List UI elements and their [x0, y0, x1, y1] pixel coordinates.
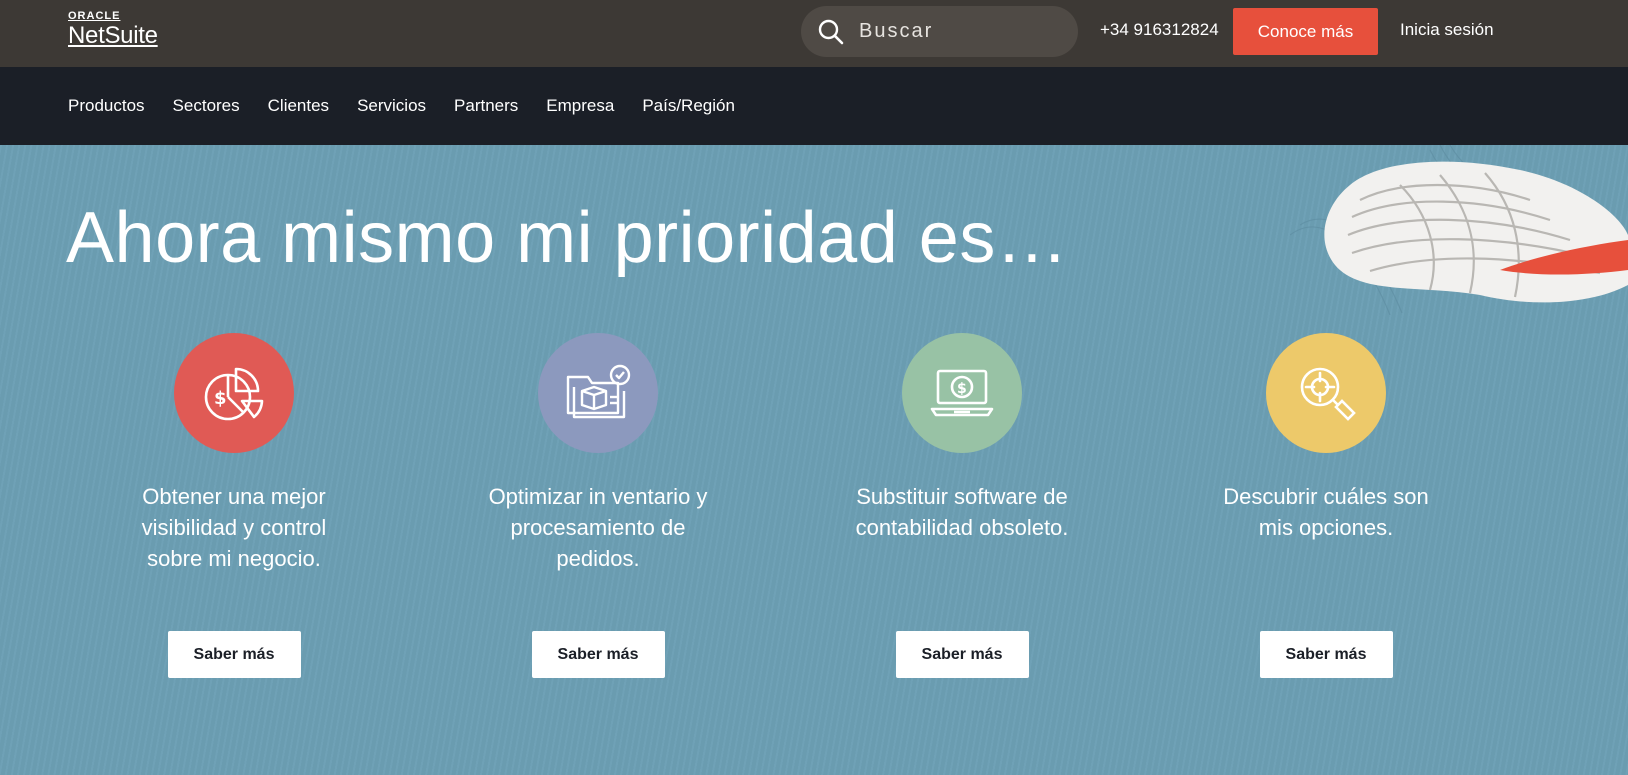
- search-box[interactable]: [801, 6, 1078, 57]
- nav-item-empresa[interactable]: Empresa: [546, 96, 614, 116]
- magnifier-target-icon: [1300, 367, 1356, 421]
- main-nav: Productos Sectores Clientes Servicios Pa…: [0, 67, 1628, 145]
- card-icon-circle: [538, 333, 658, 453]
- search-icon: [818, 19, 844, 44]
- logo-oracle-text: ORACLE: [68, 10, 121, 22]
- card-text: Substituir software de contabilidad obso…: [855, 484, 1069, 540]
- card-text: Obtener una mejor visibilidad y control …: [141, 484, 327, 571]
- card-text: Descubrir cuáles son mis opciones.: [1223, 484, 1429, 540]
- nav-item-pais-region[interactable]: País/Región: [642, 96, 735, 116]
- priority-card-options: Descubrir cuáles son mis opciones. Saber…: [1176, 333, 1476, 678]
- login-link[interactable]: Inicia sesión: [1400, 20, 1494, 40]
- conoce-mas-button[interactable]: Conoce más: [1233, 8, 1378, 55]
- top-bar: ORACLE NetSuite +34 916312824 Conoce más…: [0, 0, 1628, 67]
- nav-item-clientes[interactable]: Clientes: [268, 96, 329, 116]
- decorative-shell-graphic: [1290, 145, 1628, 316]
- card-icon-circle: $: [174, 333, 294, 453]
- nav-item-partners[interactable]: Partners: [454, 96, 518, 116]
- svg-text:$: $: [214, 388, 227, 409]
- card-icon-circle: [1266, 333, 1386, 453]
- search-input[interactable]: [857, 19, 1057, 44]
- hero-title: Ahora mismo mi prioridad es…: [66, 198, 1069, 278]
- pie-chart-dollar-icon: $: [204, 367, 264, 421]
- nav-item-servicios[interactable]: Servicios: [357, 96, 426, 116]
- card-text: Optimizar in ventario y procesamiento de…: [488, 484, 708, 571]
- nav-item-sectores[interactable]: Sectores: [173, 96, 240, 116]
- priority-card-visibility: $ Obtener una mejor visibilidad y contro…: [84, 333, 384, 678]
- inventory-folder-icon: [566, 364, 631, 419]
- saber-mas-button-3[interactable]: Saber más: [895, 631, 1029, 678]
- svg-text:$: $: [957, 381, 967, 397]
- hero-section: Ahora mismo mi prioridad es… $ Obtener u…: [0, 145, 1628, 775]
- saber-mas-button-1[interactable]: Saber más: [167, 631, 301, 678]
- phone-link[interactable]: +34 916312824: [1100, 20, 1219, 40]
- oracle-netsuite-logo[interactable]: ORACLE NetSuite: [68, 11, 158, 48]
- logo-netsuite-text: NetSuite: [68, 22, 158, 49]
- laptop-dollar-icon: $: [930, 369, 994, 417]
- card-icon-circle: $: [902, 333, 1022, 453]
- priority-card-accounting: $ Substituir software de contabilidad ob…: [812, 333, 1112, 678]
- saber-mas-button-2[interactable]: Saber más: [531, 631, 665, 678]
- nav-item-productos[interactable]: Productos: [68, 96, 145, 116]
- priority-card-inventory: Optimizar in ventario y procesamiento de…: [448, 333, 748, 678]
- saber-mas-button-4[interactable]: Saber más: [1259, 631, 1393, 678]
